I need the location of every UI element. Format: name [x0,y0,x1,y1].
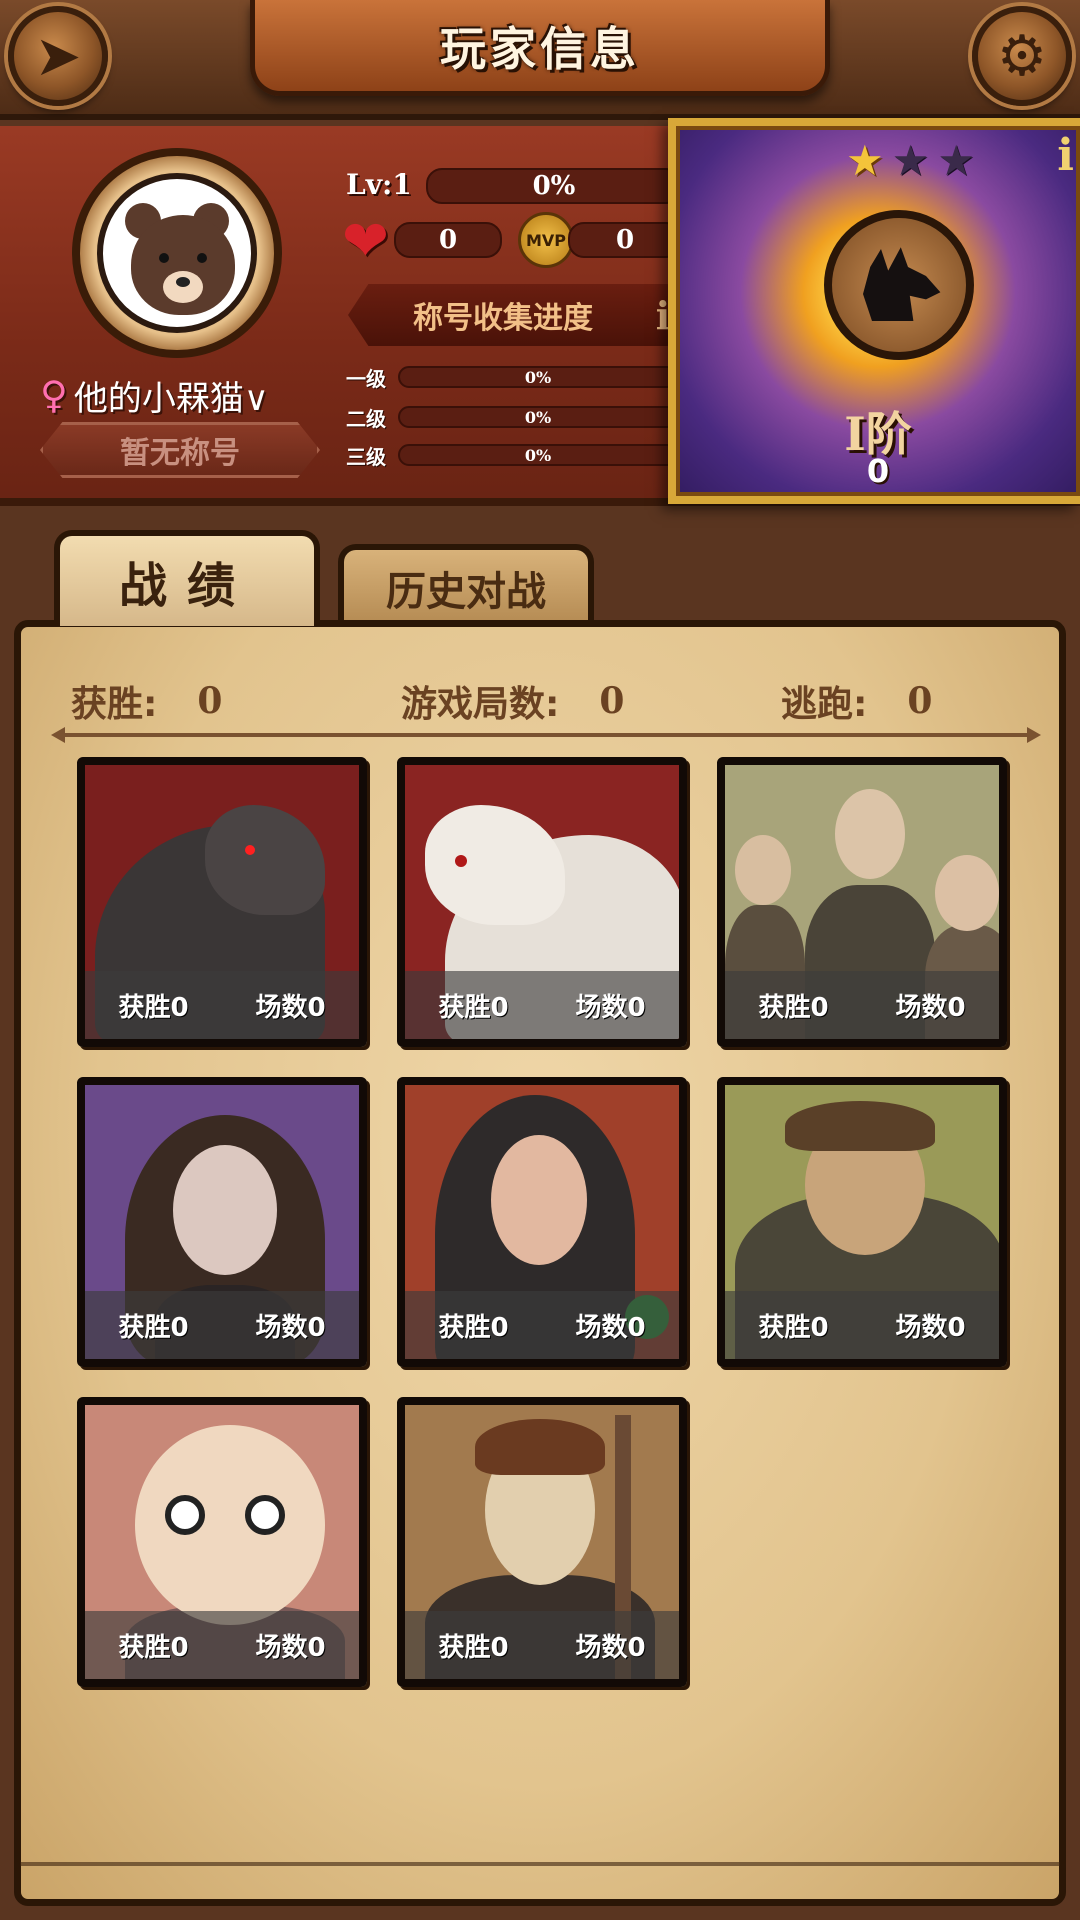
role-wins: 获胜0 [438,1312,509,1343]
info-icon[interactable]: i [1057,130,1074,181]
role-wins: 获胜0 [438,992,509,1023]
role-stats: 获胜0 场数0 [725,971,999,1039]
back-button[interactable]: ➤ [8,6,108,106]
settings-button[interactable]: ⚙ [972,6,1072,106]
tier-progress-bar: 0% [398,406,678,428]
role-stats: 获胜0 场数0 [85,971,359,1039]
player-title-plate[interactable]: 暂无称号 [40,422,320,478]
role-wins: 获胜0 [758,992,829,1023]
role-wins: 获胜0 [758,1312,829,1343]
role-card-witch[interactable]: 获胜0 场数0 [397,1077,687,1367]
escape-label: 逃跑: [781,684,868,725]
rank-stars: ★ ★ ★ [846,140,975,182]
games-label: 游戏局数: [401,684,560,725]
female-icon: ♀ [40,373,68,417]
role-stats: 获胜0 场数0 [405,1611,679,1679]
exp-percent: 0% [532,171,576,201]
bottom-frame-edge [20,1862,1060,1882]
tab-label: 历史对战 [386,569,546,615]
role-games: 场数0 [255,1632,326,1663]
exp-bar: 0% [426,168,682,204]
role-stats: 获胜0 场数0 [405,1291,679,1359]
role-card-idiot[interactable]: 获胜0 场数0 [77,1397,367,1687]
star-icon: ★ [846,136,884,185]
player-title: 暂无称号 [120,436,240,471]
avatar-image [97,173,257,333]
tier-label: 三级 [346,444,386,469]
rank-card[interactable]: i ★ ★ ★ Ⅰ阶 0 [668,118,1080,504]
gear-icon: ⚙ [996,23,1048,89]
tier-percent: 0% [524,367,552,387]
wins-label: 获胜: [71,684,158,725]
tier-row: 一级 0% [346,362,680,392]
title-collection-banner: 称号收集进度 i [348,284,688,346]
escape-stat: 逃跑: 0 [781,675,1031,727]
summary-stats: 获胜: 0 游戏局数: 0 逃跑: 0 [71,671,1031,731]
role-games: 场数0 [255,1312,326,1343]
role-card-seer[interactable]: 获胜0 场数0 [77,1077,367,1367]
level-label: Lv:1 [346,168,412,201]
wins-value: 0 [197,680,223,722]
rank-emblem [824,210,974,360]
back-arrow-icon: ➤ [34,23,82,89]
player-name: 他的小槑猫∨ [73,378,269,419]
tier-progress-bar: 0% [398,444,678,466]
title-banner: 玩家信息 [250,0,830,96]
rank-points: 0 [866,452,890,490]
role-stats: 获胜0 场数0 [405,971,679,1039]
avatar[interactable] [72,148,282,358]
bear-avatar-icon [131,215,235,315]
tier-percent: 0% [524,407,552,427]
role-card-white-wolf[interactable]: 获胜0 场数0 [397,757,687,1047]
games-stat: 游戏局数: 0 [401,675,781,727]
tier-row: 二级 0% [346,402,680,432]
wolf-head-icon [863,247,941,321]
escape-value: 0 [907,680,933,722]
title-collection-heading: 称号收集进度 [413,301,593,336]
wins-stat: 获胜: 0 [71,675,401,727]
role-games: 场数0 [575,1632,646,1663]
role-games: 场数0 [895,992,966,1023]
page-title: 玩家信息 [440,21,640,76]
tier-progress-bar: 0% [398,366,678,388]
likes-count: 0 [438,225,458,255]
star-icon: ★ [891,136,930,185]
role-card-guard[interactable]: 获胜0 场数0 [397,1397,687,1687]
role-wins: 获胜0 [118,992,189,1023]
likes-bar: 0 [394,222,502,258]
role-wins: 获胜0 [118,1312,189,1343]
player-name-row: ♀ 他的小槑猫∨ [40,372,310,419]
role-wins: 获胜0 [118,1632,189,1663]
tier-row: 三级 0% [346,440,680,470]
tier-label: 一级 [346,366,386,391]
mvp-count: 0 [615,225,635,255]
games-value: 0 [599,680,625,722]
role-stats: 获胜0 场数0 [85,1611,359,1679]
role-games: 场数0 [575,992,646,1023]
role-stats: 获胜0 场数0 [725,1291,999,1359]
tier-label: 二级 [346,406,386,431]
mvp-bar: 0 [568,222,682,258]
tab-record[interactable]: 战绩 [54,530,320,626]
star-icon: ★ [937,136,975,185]
role-games: 场数0 [575,1312,646,1343]
tier-percent: 0% [524,445,552,465]
heart-icon: ❤ [342,209,389,274]
role-stats: 获胜0 场数0 [85,1291,359,1359]
divider [51,727,1041,743]
record-panel: 获胜: 0 游戏局数: 0 逃跑: 0 获胜0 场数0 获胜0 场数0 获胜0 … [14,620,1066,1906]
role-card-werewolf[interactable]: 获胜0 场数0 [77,757,367,1047]
top-bar: ➤ 玩家信息 ⚙ [0,0,1080,120]
mvp-medal-icon: MVP [518,212,574,268]
role-games: 场数0 [895,1312,966,1343]
tab-label: 战绩 [118,558,255,614]
role-card-hunter[interactable]: 获胜0 场数0 [717,1077,1007,1367]
role-games: 场数0 [255,992,326,1023]
role-grid: 获胜0 场数0 获胜0 场数0 获胜0 场数0 获胜0 场数0 获胜0 场数0 … [77,757,1037,1687]
role-wins: 获胜0 [438,1632,509,1663]
role-card-villagers[interactable]: 获胜0 场数0 [717,757,1007,1047]
tab-history[interactable]: 历史对战 [338,544,594,626]
